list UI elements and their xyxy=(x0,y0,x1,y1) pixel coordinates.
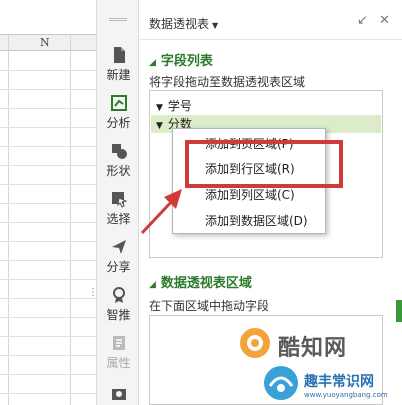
pivot-area-section-title[interactable]: ◢ 数据透视表区域 xyxy=(149,272,252,291)
row-divider xyxy=(0,393,96,394)
collapse-panel-icon[interactable]: ↙ xyxy=(357,13,368,28)
toolbar-smart-push-label: 智推 xyxy=(106,308,131,322)
close-icon[interactable]: ✕ xyxy=(379,13,390,28)
site-watermark-name: 趣丰常识网 xyxy=(304,374,374,390)
field-item[interactable]: ▼ 学号 xyxy=(156,97,192,114)
toolbar-share[interactable]: 分享 xyxy=(97,238,140,275)
toolbar-shape[interactable]: 形状 xyxy=(97,142,140,179)
toolbar-analysis-label: 分析 xyxy=(106,116,131,130)
site-logo-icon xyxy=(264,366,298,400)
row-divider xyxy=(0,165,96,166)
menu-add-to-data-area[interactable]: 添加到数据区域(D) xyxy=(205,212,308,229)
panel-resize-handle[interactable]: ⋮ xyxy=(88,288,96,298)
new-file-icon xyxy=(113,47,125,63)
toolbar-properties[interactable]: 属性 xyxy=(97,334,140,371)
column-header-row[interactable]: N xyxy=(0,34,96,51)
toolbar-new-label: 新建 xyxy=(106,68,131,82)
row-divider xyxy=(0,336,96,337)
properties-icon xyxy=(112,336,125,350)
row-divider xyxy=(0,279,96,280)
toolbar-shape-label: 形状 xyxy=(106,164,131,178)
field-list-hint: 将字段拖动至数据透视表区域 xyxy=(149,75,306,89)
toolbar-select[interactable]: 选择 xyxy=(97,190,140,227)
row-divider xyxy=(0,203,96,204)
smart-push-icon xyxy=(112,287,125,303)
field-item-label: 学号 xyxy=(167,99,192,113)
shape-icon xyxy=(111,144,127,159)
brand-logo-icon xyxy=(240,328,270,358)
triangle-down-icon: ▼ xyxy=(156,121,163,131)
toolbar-properties-label: 属性 xyxy=(106,356,131,370)
toolbar-select-label: 选择 xyxy=(106,212,131,226)
panel-edge-tab[interactable] xyxy=(396,300,402,322)
select-icon xyxy=(111,192,128,208)
row-divider xyxy=(0,260,96,261)
toolbar-more[interactable] xyxy=(97,384,140,402)
toolbar-new[interactable]: 新建 xyxy=(97,46,140,83)
triangle-down-icon: ▼ xyxy=(156,103,163,113)
panel-title: 数据透视表 xyxy=(149,17,210,31)
toolbar-grip[interactable] xyxy=(109,18,127,21)
side-toolbar: 新建 分析 形状 选择 分享 智推 属性 xyxy=(96,0,139,405)
row-divider xyxy=(0,184,96,185)
row-divider xyxy=(0,317,96,318)
triangle-down-icon: ◢ xyxy=(149,58,156,68)
panel-header: 数据透视表 ▼ ↙ ✕ xyxy=(139,0,402,40)
column-header-n[interactable]: N xyxy=(40,35,50,51)
pivot-area-hint: 在下面区域中拖动字段 xyxy=(149,299,270,313)
row-divider xyxy=(0,127,96,128)
row-divider xyxy=(0,374,96,375)
brand-watermark-text: 酷知网 xyxy=(278,336,348,361)
pivot-area-title: 数据透视表区域 xyxy=(160,276,252,291)
row-divider xyxy=(0,70,96,71)
panel-title-dropdown[interactable]: 数据透视表 ▼ xyxy=(149,15,218,32)
toolbar-smart-push[interactable]: 智推 xyxy=(97,286,140,323)
spreadsheet-area[interactable]: N ⋮ xyxy=(0,0,96,405)
row-divider xyxy=(0,89,96,90)
row-divider xyxy=(0,355,96,356)
toolbar-share-label: 分享 xyxy=(106,260,131,274)
row-divider xyxy=(0,298,96,299)
caret-down-icon: ▼ xyxy=(212,21,219,30)
field-list-section-title[interactable]: ◢ 字段列表 xyxy=(149,50,213,69)
arrow-annotation-icon xyxy=(140,189,182,235)
triangle-down-icon: ◢ xyxy=(149,280,156,290)
analysis-icon xyxy=(110,95,127,111)
toolbar-analysis[interactable]: 分析 xyxy=(97,94,140,131)
row-divider xyxy=(0,108,96,109)
site-watermark-url: www.yuoyangbang.com xyxy=(304,391,388,399)
row-divider xyxy=(0,222,96,223)
share-icon xyxy=(111,240,126,254)
row-divider xyxy=(0,241,96,242)
row-divider xyxy=(0,146,96,147)
field-list-title: 字段列表 xyxy=(160,54,213,69)
highlight-annotation xyxy=(185,140,343,188)
menu-add-to-column-area[interactable]: 添加到列区域(C) xyxy=(205,186,295,203)
camera-icon xyxy=(111,389,126,400)
